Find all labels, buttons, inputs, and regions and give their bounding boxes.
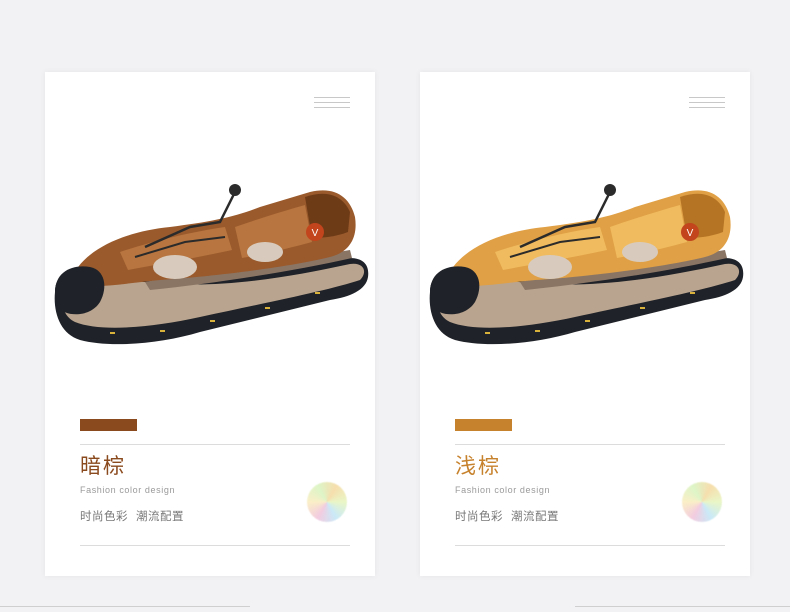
color-name: 浅棕	[455, 454, 501, 478]
tagline-part-2: 潮流配置	[511, 509, 559, 523]
fashion-subtitle: Fashion color design	[455, 485, 551, 495]
svg-text:V: V	[312, 228, 319, 239]
page-edge-line	[0, 606, 250, 607]
color-swatch-bar	[80, 419, 137, 431]
tagline-part-1: 时尚色彩	[80, 509, 128, 523]
menu-lines-icon	[314, 97, 350, 111]
iridescent-disc-icon	[682, 482, 722, 522]
color-name: 暗棕	[80, 454, 126, 478]
divider-top	[455, 444, 725, 445]
tagline-part-1: 时尚色彩	[455, 509, 503, 523]
menu-lines-icon	[689, 97, 725, 111]
color-swatch-bar	[455, 419, 512, 431]
sandal-light-brown-image: V	[429, 184, 744, 345]
fashion-subtitle: Fashion color design	[80, 485, 176, 495]
divider-top	[80, 444, 350, 445]
divider-bottom	[455, 545, 725, 546]
color-card-light-brown: V 浅棕 Fashion color design 时尚色彩 潮流配置	[420, 72, 750, 576]
page-edge-line	[575, 606, 790, 607]
color-card-dark-brown: V 暗棕 Fashion color design 时尚色彩 潮流配置	[45, 72, 375, 576]
divider-bottom	[80, 545, 350, 546]
tagline-part-2: 潮流配置	[136, 509, 184, 523]
svg-text:V: V	[687, 228, 694, 239]
sandal-dark-brown-image: V	[54, 184, 369, 345]
iridescent-disc-icon	[307, 482, 347, 522]
tagline: 时尚色彩 潮流配置	[80, 508, 184, 524]
tagline: 时尚色彩 潮流配置	[455, 508, 559, 524]
